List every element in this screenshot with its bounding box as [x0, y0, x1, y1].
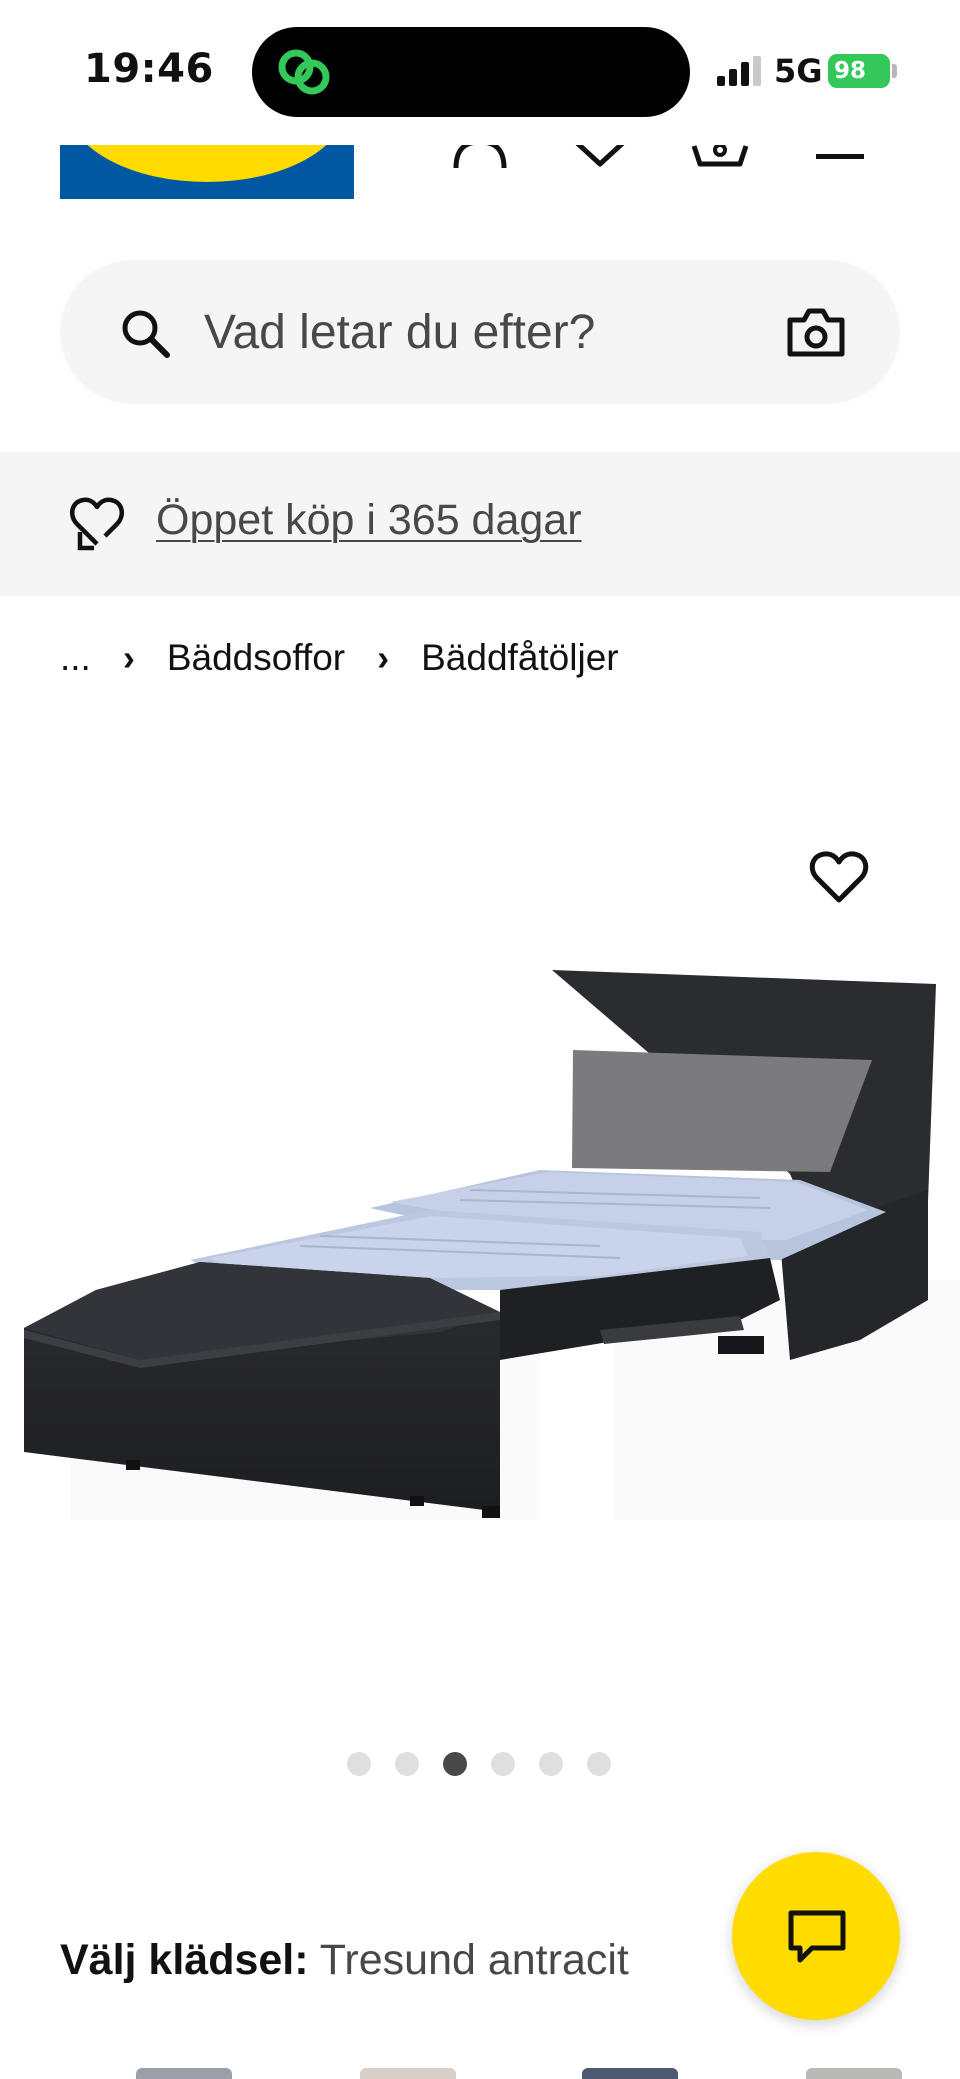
- status-time: 19:46: [84, 46, 214, 92]
- breadcrumb-item-chair-beds[interactable]: Bäddfåtöljer: [421, 637, 618, 679]
- breadcrumb-ellipsis[interactable]: ...: [60, 637, 91, 679]
- chevron-right-icon: ›: [377, 637, 390, 678]
- search-icon: [122, 310, 170, 358]
- chat-bubble-icon: [788, 1910, 846, 1963]
- battery-level: 98: [834, 58, 867, 84]
- breadcrumb-item-sofa-beds[interactable]: Bäddsoffor: [167, 637, 345, 679]
- breadcrumb: ... › Bäddsoffor › Bäddfåtöljer: [60, 636, 619, 680]
- signal-icon: [717, 56, 763, 86]
- battery-tip: [892, 64, 897, 78]
- open-purchase-link[interactable]: Öppet köp i 365 dagar: [156, 496, 582, 545]
- carousel-dot-1[interactable]: [347, 1752, 371, 1776]
- search-input[interactable]: [204, 304, 764, 360]
- swatch-option[interactable]: [582, 2068, 678, 2079]
- carousel-dot-4[interactable]: [491, 1752, 515, 1776]
- swatch-option[interactable]: [136, 2068, 232, 2079]
- status-bar: 19:46 5G 98: [0, 0, 960, 145]
- link-rings-icon: [278, 49, 330, 95]
- carousel-dots: [0, 1752, 960, 1778]
- chat-button[interactable]: [732, 1852, 900, 2020]
- swatch-option[interactable]: [360, 2068, 456, 2079]
- add-to-favorites-heart-icon[interactable]: [808, 848, 870, 906]
- upholstery-value: Tresund antracit: [319, 1936, 629, 1984]
- carousel-dot-2[interactable]: [395, 1752, 419, 1776]
- promo-banner: Öppet köp i 365 dagar: [0, 452, 960, 596]
- camera-icon[interactable]: [786, 306, 846, 358]
- battery-icon: 98: [828, 54, 890, 88]
- swatch-option[interactable]: [806, 2068, 902, 2079]
- network-label: 5G: [774, 52, 823, 90]
- product-image-chair-bed[interactable]: [0, 940, 960, 1580]
- carousel-dot-3[interactable]: [443, 1752, 467, 1776]
- carousel-dot-5[interactable]: [539, 1752, 563, 1776]
- upholstery-selector: Välj klädsel: Tresund antracit: [60, 1936, 629, 1985]
- upholstery-label: Välj klädsel:: [60, 1936, 309, 1984]
- heart-return-icon: [69, 497, 125, 551]
- dynamic-island: [252, 27, 690, 117]
- chevron-right-icon: ›: [122, 637, 135, 678]
- search-bar[interactable]: [60, 260, 900, 404]
- carousel-dot-6[interactable]: [587, 1752, 611, 1776]
